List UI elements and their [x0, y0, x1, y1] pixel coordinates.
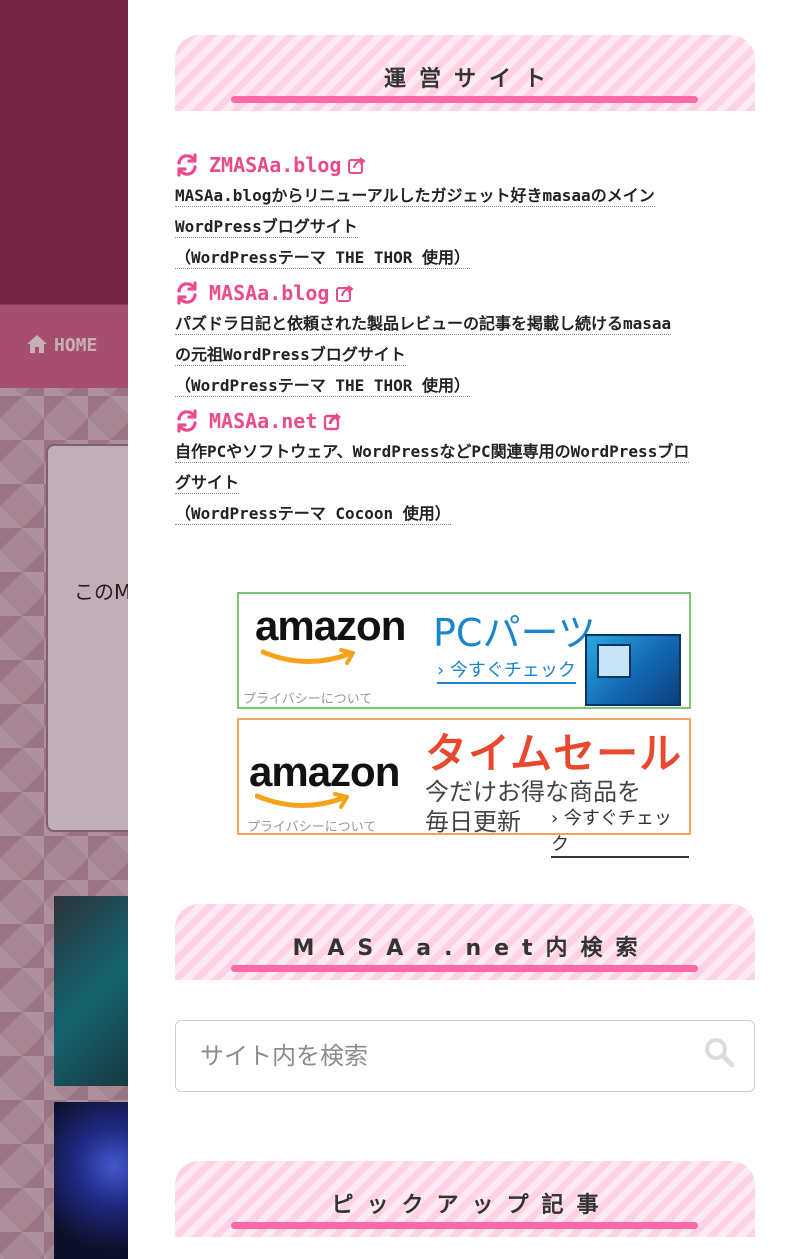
banner-pc-title: PCパーツ: [433, 611, 596, 655]
external-link-icon[interactable]: [335, 283, 355, 303]
site-desc-line[interactable]: （WordPressテーマ Cocoon 使用）: [175, 504, 451, 525]
amazon-logo: amazon: [249, 748, 400, 795]
site-description: パズドラ日記と依頼された製品レビューの記事を掲載し続けるmasaa の元祖Wor…: [175, 308, 760, 401]
external-link-icon[interactable]: [323, 411, 343, 431]
site-desc-line[interactable]: パズドラ日記と依頼された製品レビューの記事を掲載し続けるmasaa: [175, 314, 672, 335]
site-desc-line[interactable]: の元祖WordPressブログサイト: [175, 345, 406, 366]
widget-title-text: 運営サイト: [383, 67, 559, 92]
banner-check-label: 今すぐチェック: [551, 808, 672, 855]
site-desc-line[interactable]: グサイト: [175, 473, 240, 494]
search-form: [175, 1020, 755, 1092]
site-link-zmasaa-blog[interactable]: ZMASAa.blog: [209, 153, 341, 177]
site-desc-line[interactable]: MASAa.blogからリニューアルしたガジェット好きmasaaのメイン: [175, 186, 655, 207]
widget-title-text: ピックアップ記事: [331, 1193, 612, 1218]
external-link-icon[interactable]: [347, 155, 367, 175]
amazon-pc-parts-banner[interactable]: amazon PCパーツ › 今すぐチェック プライバシーについて: [237, 592, 691, 709]
banner-sale-line2: 毎日更新: [425, 808, 521, 836]
site-link-masaa-blog[interactable]: MASAa.blog: [209, 281, 329, 305]
widget-title-search: MASAa.net内検索: [175, 904, 755, 980]
widget-title-sites: 運営サイト: [175, 35, 755, 111]
site-entry: MASAa.blog パズドラ日記と依頼された製品レビューの記事を掲載し続けるm…: [175, 278, 760, 401]
site-description: 自作PCやソフトウェア、WordPressなどPC関連専用のWordPressブ…: [175, 436, 760, 529]
amazon-smile-icon: [261, 648, 355, 665]
title-underline: [231, 1222, 698, 1229]
title-underline: [231, 965, 698, 972]
site-desc-line[interactable]: （WordPressテーマ THE THOR 使用）: [175, 376, 471, 397]
privacy-link[interactable]: プライバシーについて: [243, 688, 372, 707]
search-input[interactable]: [176, 1021, 696, 1091]
widget-title-text: MASAa.net内検索: [292, 936, 651, 961]
site-description: MASAa.blogからリニューアルしたガジェット好きmasaaのメイン Wor…: [175, 180, 760, 273]
site-desc-line[interactable]: WordPressブログサイト: [175, 217, 358, 238]
widget-title-pickup: ピックアップ記事: [175, 1161, 755, 1237]
title-underline: [231, 96, 698, 103]
site-head: MASAa.blog: [175, 278, 760, 308]
site-head: MASAa.net: [175, 406, 760, 436]
sidebar-drawer: 運営サイト ZMASAa.blog MASAa.blogからリニューアルしたガジ…: [128, 0, 800, 1259]
amazon-logo: amazon: [255, 602, 406, 649]
site-head: ZMASAa.blog: [175, 150, 760, 180]
banner-check-label: 今すぐチェック: [449, 660, 576, 681]
banner-check-link[interactable]: › 今すぐチェック: [437, 656, 576, 684]
search-icon[interactable]: [702, 1035, 736, 1069]
sync-icon: [177, 153, 197, 177]
site-entry: MASAa.net 自作PCやソフトウェア、WordPressなどPC関連専用の…: [175, 406, 760, 529]
sync-icon: [177, 281, 197, 305]
site-entry: ZMASAa.blog MASAa.blogからリニューアルしたガジェット好きm…: [175, 150, 760, 273]
site-desc-line[interactable]: 自作PCやソフトウェア、WordPressなどPC関連専用のWordPressブ…: [175, 442, 690, 463]
banner-check-link[interactable]: › 今すぐチェック: [551, 804, 689, 858]
sync-icon: [177, 409, 197, 433]
amazon-time-sale-banner[interactable]: amazon タイムセール 今だけお得な商品を 毎日更新 › 今すぐチェック プ…: [237, 718, 691, 858]
privacy-link[interactable]: プライバシーについて: [247, 816, 376, 835]
amazon-smile-icon: [255, 792, 349, 809]
site-list: ZMASAa.blog MASAa.blogからリニューアルしたガジェット好きm…: [175, 150, 760, 534]
cpu-box-image: [585, 634, 681, 706]
site-link-masaa-net[interactable]: MASAa.net: [209, 409, 317, 433]
site-desc-line[interactable]: （WordPressテーマ THE THOR 使用）: [175, 248, 471, 269]
